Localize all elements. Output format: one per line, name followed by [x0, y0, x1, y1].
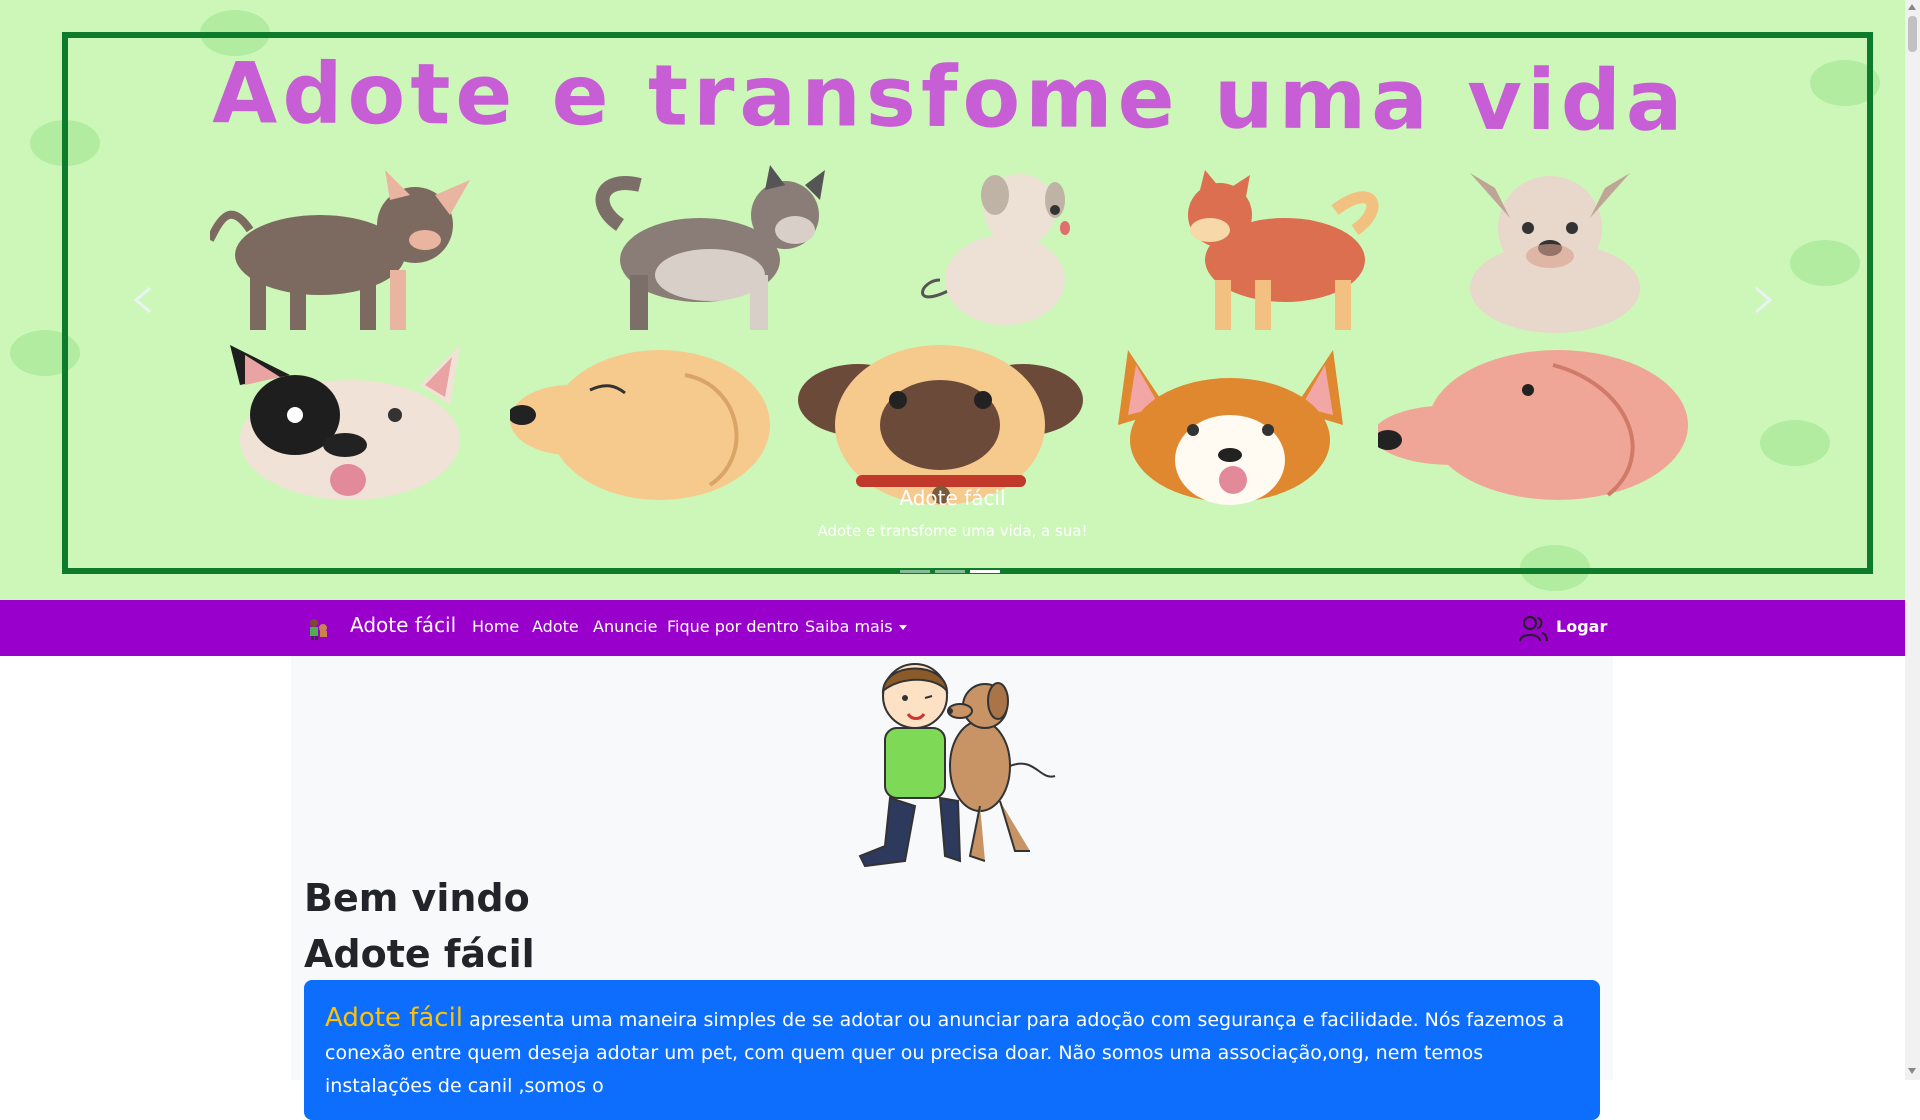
carousel-prev-button[interactable]: [124, 280, 164, 320]
carousel-indicator-2[interactable]: [935, 570, 965, 573]
nav-link-fique-por-dentro[interactable]: Fique por dentro: [667, 617, 799, 636]
carousel-indicator-3[interactable]: [970, 570, 1000, 573]
nav-link-anuncie[interactable]: Anuncie: [593, 617, 657, 636]
scrollbar-thumb[interactable]: [1908, 16, 1917, 52]
dachshund-head-illustration: [1378, 350, 1688, 500]
caret-down-icon: [898, 625, 907, 630]
info-paragraph: Adote fácil apresenta uma maneira simple…: [325, 1002, 1581, 1103]
nav-dropdown-saiba-mais[interactable]: Saiba mais: [805, 617, 907, 636]
family-pet-icon[interactable]: [306, 617, 330, 641]
navbar-brand[interactable]: Adote fácil: [350, 613, 456, 637]
vertical-scrollbar[interactable]: [1905, 0, 1920, 1080]
nav-dropdown-label: Saiba mais: [805, 617, 893, 636]
corgi-head-illustration: [1118, 350, 1343, 505]
carousel-indicators: [900, 570, 1000, 573]
nav-link-adote[interactable]: Adote: [532, 617, 579, 636]
husky-illustration: [595, 165, 825, 330]
users-icon[interactable]: [1518, 613, 1548, 643]
french-bulldog-head-illustration: [230, 345, 460, 500]
bulldog-illustration: [1470, 173, 1640, 333]
carousel-next-button[interactable]: [1742, 280, 1782, 320]
info-card: Adote fácil apresenta uma maneira simple…: [304, 980, 1600, 1120]
login-link[interactable]: Logar: [1556, 617, 1607, 636]
nav-link-home[interactable]: Home: [472, 617, 519, 636]
chihuahua-illustration: [210, 170, 470, 330]
carousel-caption-title: Adote fácil: [899, 486, 1006, 510]
banner-title: Adote e transfome uma vida: [212, 44, 1688, 150]
boy-hugging-dog-illustration: [858, 663, 1056, 868]
welcome-heading: Bem vindo: [304, 876, 530, 920]
info-brand: Adote fácil: [325, 1003, 464, 1033]
carousel-indicator-1[interactable]: [900, 570, 930, 573]
info-text: apresenta uma maneira simples de se adot…: [325, 1009, 1565, 1097]
hero-carousel: Adote e transfome uma vida Adote fácil A…: [0, 0, 1905, 600]
shiba-illustration: [1188, 170, 1379, 330]
scroll-up-icon[interactable]: [1908, 4, 1916, 10]
site-name-heading: Adote fácil: [304, 932, 535, 976]
lab-puppy-illustration: [921, 174, 1070, 325]
carousel-caption-subtitle: Adote e transfome uma vida, a sua!: [817, 522, 1088, 540]
scroll-down-icon[interactable]: [1908, 1068, 1916, 1074]
golden-retriever-head-illustration: [510, 350, 770, 500]
main-navbar: [0, 600, 1905, 656]
